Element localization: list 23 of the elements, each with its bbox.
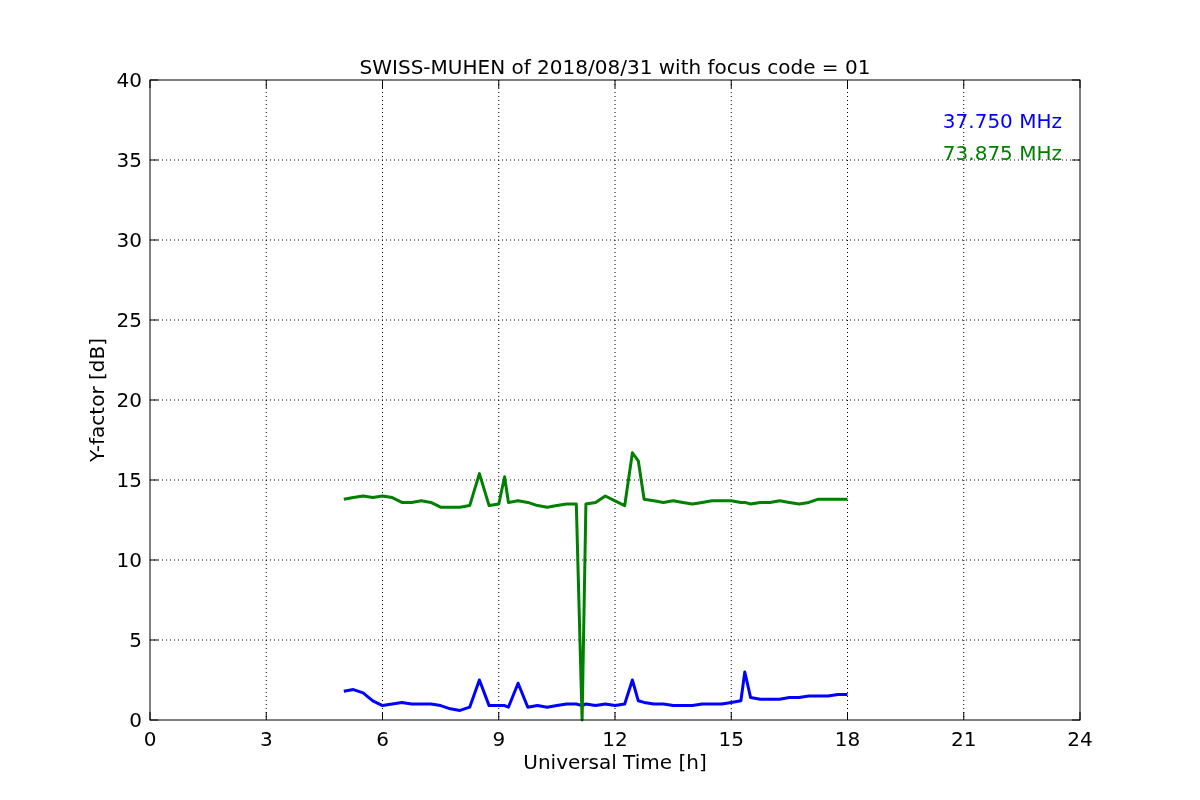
tick-label: 0 <box>143 727 157 751</box>
tick-label: 18 <box>834 727 861 751</box>
tick-label: 0 <box>129 708 142 732</box>
tick-label: 20 <box>116 388 142 412</box>
tick-label: 9 <box>492 727 506 751</box>
tick-label: 15 <box>116 468 142 492</box>
axis-label: Universal Time [h] <box>523 750 707 774</box>
tick-label: 35 <box>116 148 142 172</box>
tick-label: 3 <box>259 727 273 751</box>
axis-label: Y-factor [dB] <box>85 338 109 462</box>
tick-label: 25 <box>116 308 142 332</box>
tick-label: 5 <box>129 628 142 652</box>
tick-label: 24 <box>1067 727 1093 751</box>
tick-label: 30 <box>116 228 142 252</box>
legend-label: 37.750 MHz <box>942 109 1062 133</box>
chart-title: SWISS-MUHEN of 2018/08/31 with focus code = 01 <box>359 55 871 79</box>
tick-label: 6 <box>376 727 389 751</box>
tick-label: 12 <box>602 727 628 751</box>
tick-label: 40 <box>116 68 142 92</box>
tick-label: 21 <box>951 727 977 751</box>
tick-label: 15 <box>718 727 744 751</box>
tick-label: 10 <box>116 548 142 572</box>
legend-label: 73.875 MHz <box>942 141 1062 165</box>
